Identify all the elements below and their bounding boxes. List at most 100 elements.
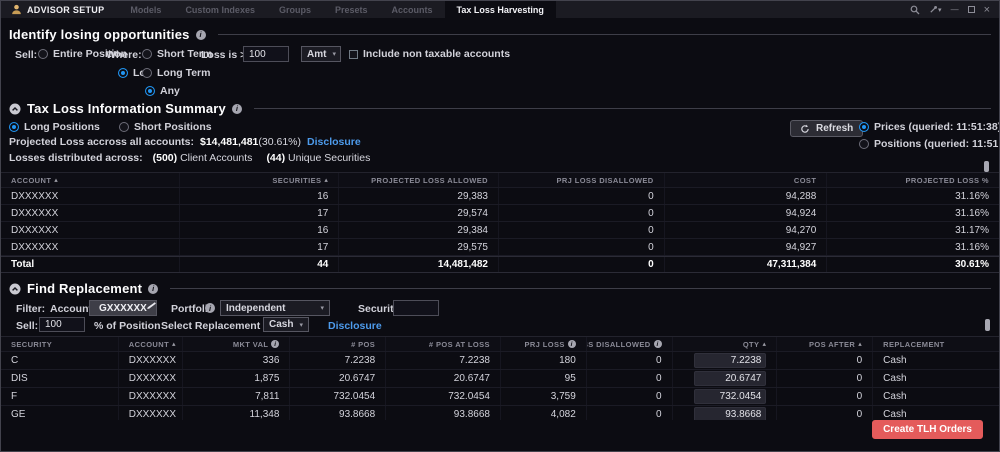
table-row[interactable]: DXXXXXX1629,384094,27031.17% [1, 222, 999, 239]
chevron-down-icon: ▾ [320, 304, 324, 312]
sort-asc-icon: ▴ [324, 176, 328, 184]
sort-asc-icon: ▴ [762, 340, 766, 348]
summary-disclosure-link[interactable]: Disclosure [307, 136, 361, 148]
col-prj-loss-disallowed[interactable]: PRJ LOSS DISALLOWED [499, 173, 665, 187]
col-num-pos-at-loss[interactable]: # POS AT LOSS [386, 337, 501, 351]
security-input[interactable] [393, 300, 439, 316]
col-account[interactable]: ACCOUNT▴ [1, 173, 180, 187]
radio-icon[interactable] [118, 68, 128, 78]
minimize-icon[interactable]: — [951, 5, 959, 14]
app-identity: ADVISOR SETUP [1, 1, 118, 18]
table-row[interactable]: DXXXXXX1629,383094,28831.16% [1, 188, 999, 205]
tab-accounts[interactable]: Accounts [380, 1, 445, 18]
checkbox-icon[interactable] [349, 50, 358, 59]
maximize-icon[interactable] [968, 6, 975, 13]
refresh-icon [800, 124, 810, 134]
radio-icon[interactable] [145, 86, 155, 96]
replacement-method-select[interactable]: Cash ▾ [263, 317, 309, 332]
col-qty[interactable]: QTY▴ [673, 337, 778, 351]
tab-groups[interactable]: Groups [267, 1, 323, 18]
col-mkt-val[interactable]: MKT VALi [183, 337, 291, 351]
replacement-title: Find Replacement [27, 281, 142, 296]
col-securities[interactable]: SECURITIES▴ [180, 173, 340, 187]
app-title: ADVISOR SETUP [27, 5, 104, 15]
divider [170, 288, 991, 289]
portfolio-select[interactable]: Independent ▾ [220, 300, 330, 316]
col-security[interactable]: SECURITY [1, 337, 119, 351]
table-row[interactable]: CDXXXXXX3367.22387.22381800 7.2238 0Cash [1, 352, 999, 370]
loss-threshold-input[interactable] [243, 46, 289, 62]
radio-icon[interactable] [38, 49, 48, 59]
col-prj-loss[interactable]: PRJ LOSSi [501, 337, 587, 351]
radio-short-positions[interactable]: Short Positions [119, 121, 212, 133]
refresh-button[interactable]: Refresh [790, 120, 863, 137]
radio-long-term[interactable]: Long Term [142, 67, 210, 79]
replacement-section-header: Find Replacement i [9, 281, 991, 296]
replacement-controls: Filter: Accounts GXXXXXX Portfolio i Ind… [1, 300, 999, 336]
qty-input[interactable]: 93.8668 [694, 407, 766, 420]
table1-scrollbar[interactable] [984, 161, 989, 172]
info-icon[interactable]: i [205, 303, 215, 313]
qty-input[interactable]: 7.2238 [694, 353, 766, 368]
col-projected-loss-pct[interactable]: PROJECTED LOSS % [827, 173, 999, 187]
create-tlh-orders-button[interactable]: Create TLH Orders [872, 420, 983, 439]
close-icon[interactable]: × [984, 4, 990, 16]
identify-title: Identify losing opportunities [9, 27, 190, 42]
info-icon[interactable]: i [196, 30, 206, 40]
search-icon[interactable] [910, 5, 920, 15]
loss-is-label: Loss is > [201, 49, 246, 61]
info-icon[interactable]: i [148, 284, 158, 294]
radio-long-positions[interactable]: Long Positions [9, 121, 100, 133]
table-row[interactable]: DISDXXXXXX1,87520.674720.6747950 20.6747… [1, 370, 999, 388]
chevron-down-icon: ▾ [938, 6, 942, 14]
col-pos-after[interactable]: POS AFTER▴ [777, 337, 873, 351]
divider [218, 34, 991, 35]
info-icon[interactable]: i [232, 104, 242, 114]
radio-any[interactable]: Any [145, 85, 180, 97]
where-label: Where: [106, 49, 142, 61]
replacement-disclosure-link[interactable]: Disclosure [328, 320, 382, 332]
radio-positions-queried[interactable]: Positions (queried: 11:51:38) [859, 138, 1000, 150]
col-num-pos[interactable]: # POS [290, 337, 386, 351]
collapse-icon[interactable] [9, 103, 21, 115]
sort-asc-icon: ▴ [858, 340, 862, 348]
table-row[interactable]: DXXXXXX1729,575094,92731.16% [1, 239, 999, 256]
tab-models[interactable]: Models [118, 1, 173, 18]
amount-type-select[interactable]: Amt ▾ [301, 46, 341, 62]
tab-tax-loss-harvesting[interactable]: Tax Loss Harvesting [445, 1, 556, 18]
radio-icon[interactable] [859, 122, 869, 132]
radio-icon[interactable] [142, 49, 152, 59]
edit-pencil-icon[interactable] [145, 300, 157, 318]
info-icon: i [654, 340, 662, 348]
radio-icon[interactable] [119, 122, 129, 132]
person-icon [11, 4, 22, 15]
radio-icon[interactable] [142, 68, 152, 78]
collapse-icon[interactable] [9, 283, 21, 295]
table-row[interactable]: FDXXXXXX7,811732.0454732.04543,7590 732.… [1, 388, 999, 406]
qty-input[interactable]: 732.0454 [694, 389, 766, 404]
tools-icon[interactable]: ▾ [929, 5, 942, 14]
qty-input[interactable]: 20.6747 [694, 371, 766, 386]
info-icon: i [568, 340, 576, 348]
replacement-table-viewport: SECURITY ACCOUNT▴ MKT VALi # POS # POS A… [1, 336, 999, 420]
col-replacement[interactable]: REPLACEMENT [873, 337, 999, 351]
radio-prices-queried[interactable]: Prices (queried: 11:51:38) [859, 121, 1000, 133]
radio-icon[interactable] [9, 122, 19, 132]
table-row[interactable]: GEDXXXXXX11,34893.866893.86684,0820 93.8… [1, 406, 999, 420]
tab-presets[interactable]: Presets [323, 1, 380, 18]
col-cost[interactable]: COST [665, 173, 828, 187]
identify-section-header: Identify losing opportunities i [9, 27, 991, 42]
col-account[interactable]: ACCOUNT▴ [119, 337, 183, 351]
include-non-taxable-checkbox[interactable]: Include non taxable accounts [349, 48, 510, 60]
sell-percent-input[interactable] [39, 317, 85, 332]
tab-custom-indexes[interactable]: Custom Indexes [173, 1, 267, 18]
summary-section-header: Tax Loss Information Summary i [9, 101, 991, 116]
radio-icon[interactable] [859, 139, 869, 149]
col-projected-loss-allowed[interactable]: PROJECTED LOSS ALLOWED [339, 173, 499, 187]
table-row[interactable]: DXXXXXX1729,574094,92431.16% [1, 205, 999, 222]
table2-scrollbar[interactable] [985, 319, 990, 331]
summary-total-row: Total4414,481,482047,311,38430.61% [1, 256, 999, 273]
sort-asc-icon: ▴ [54, 176, 58, 184]
col-prj-loss-disallowed[interactable]: PRJ LOSS DISALLOWEDi [587, 337, 673, 351]
projected-loss-line: Projected Loss accross all accounts: $14… [9, 136, 361, 148]
